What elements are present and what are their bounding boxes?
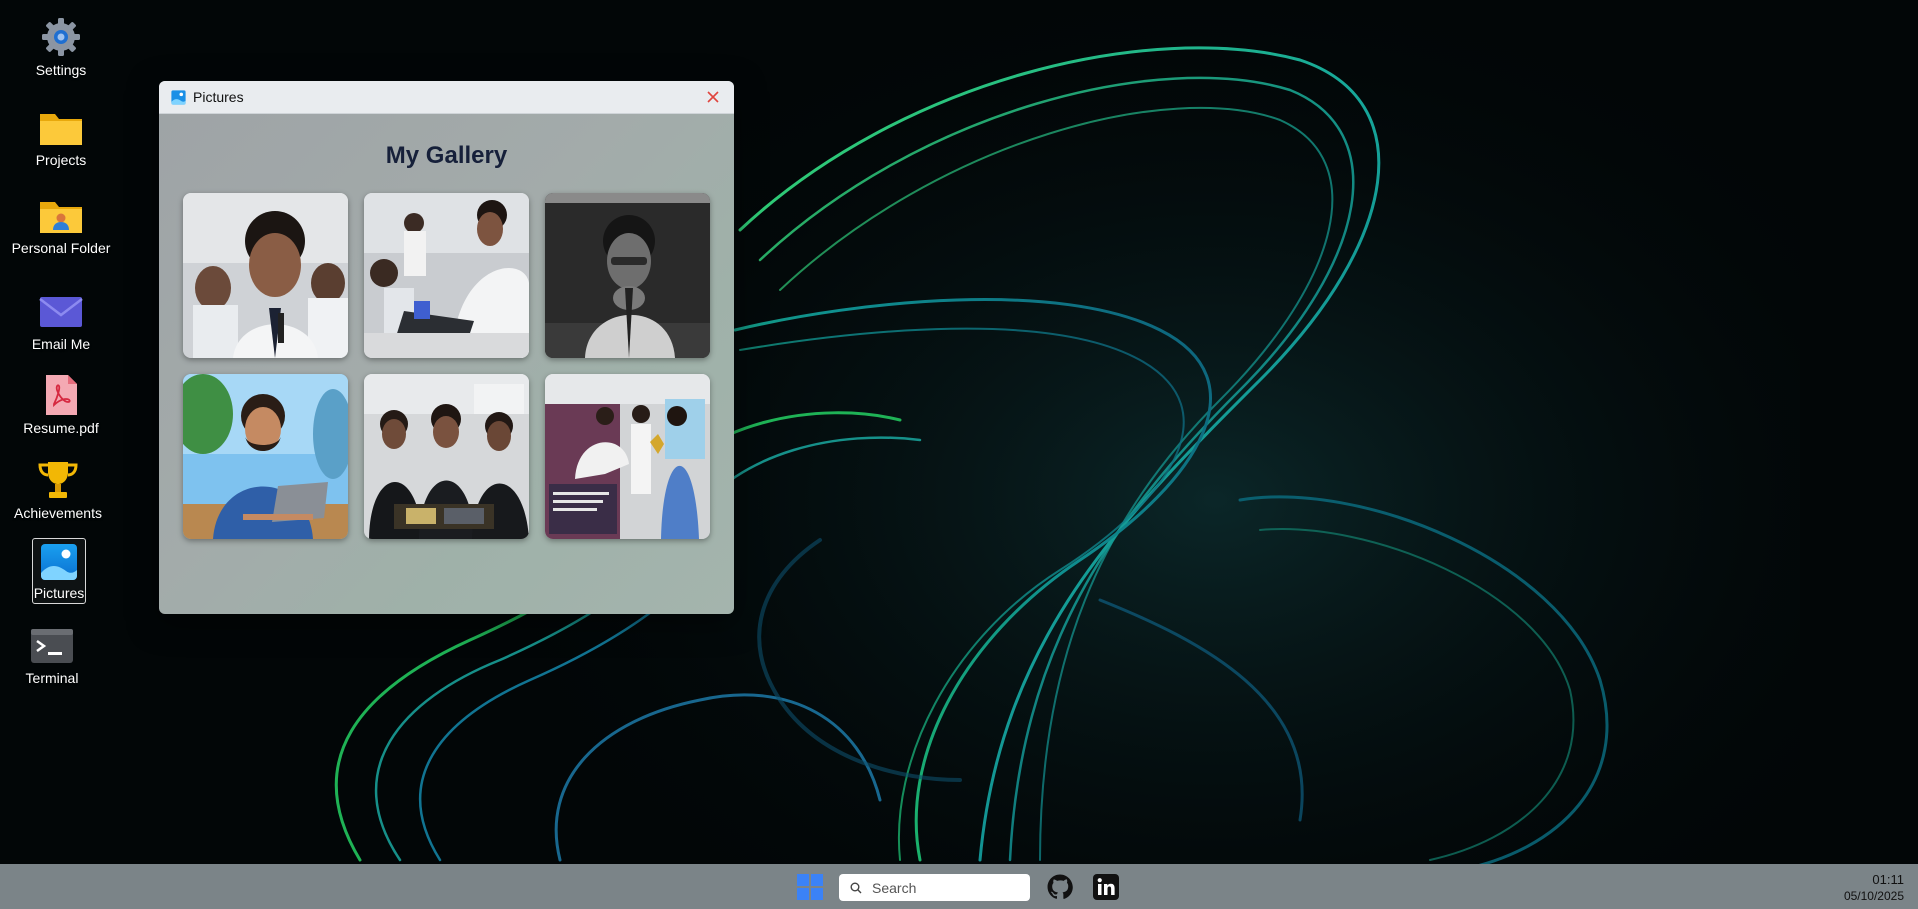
photo-image <box>545 374 710 539</box>
desktop-icon-label: Terminal <box>25 670 79 686</box>
gallery-grid <box>183 193 710 539</box>
photo-image <box>364 193 529 358</box>
desktop-icon-label: Pictures <box>33 585 85 601</box>
desktop-icon-personal-folder[interactable]: Personal Folder <box>7 196 115 256</box>
taskbar: 01:11 05/10/2025 <box>0 864 1918 909</box>
desktop-icon-label: Achievements <box>14 505 102 521</box>
clock-time: 01:11 <box>1872 872 1904 887</box>
search-icon <box>850 882 862 893</box>
user-folder-icon <box>40 202 82 233</box>
terminal-icon <box>31 629 73 663</box>
photo-image <box>364 374 529 539</box>
start-button[interactable] <box>797 874 823 900</box>
pictures-icon <box>41 544 77 580</box>
close-button[interactable] <box>702 86 724 108</box>
desktop-icon-projects[interactable]: Projects <box>7 108 115 168</box>
desktop-icon-label: Settings <box>35 62 87 78</box>
desktop-icon-label: Personal Folder <box>11 240 111 256</box>
folder-icon <box>40 114 82 145</box>
photo-image <box>545 193 710 358</box>
desktop-icon-label: Resume.pdf <box>23 420 99 436</box>
desktop-icon-label: Email Me <box>31 336 91 352</box>
envelope-icon <box>39 297 83 327</box>
desktop-icon-label: Projects <box>35 152 87 168</box>
pictures-window[interactable]: Pictures My Gallery <box>159 81 734 614</box>
desktop-icon-achievements[interactable]: Achievements <box>4 459 112 521</box>
linkedin-button[interactable] <box>1093 874 1119 900</box>
gallery-photo-3[interactable] <box>545 193 710 358</box>
photo-image <box>183 193 348 358</box>
desktop-icon-terminal[interactable]: Terminal <box>0 628 106 686</box>
gallery-photo-2[interactable] <box>364 193 529 358</box>
linkedin-icon <box>1093 874 1119 900</box>
desktop-icon-pictures[interactable]: Pictures <box>32 538 86 604</box>
gear-icon <box>42 18 80 56</box>
github-button[interactable] <box>1047 874 1073 900</box>
clock-date: 05/10/2025 <box>1843 889 1904 903</box>
desktop-icon-email-me[interactable]: Email Me <box>7 292 115 352</box>
gallery-photo-4[interactable] <box>183 374 348 539</box>
photo-image <box>183 374 348 539</box>
github-icon <box>1047 874 1073 899</box>
pictures-icon <box>171 89 186 105</box>
gallery-photo-5[interactable] <box>364 374 529 539</box>
taskbar-search[interactable] <box>839 874 1030 901</box>
gallery-heading: My Gallery <box>385 142 508 169</box>
taskbar-clock[interactable]: 01:11 05/10/2025 <box>1844 872 1904 904</box>
windows-start-icon <box>797 874 823 900</box>
window-title: Pictures <box>193 89 244 105</box>
search-input[interactable] <box>870 878 1024 897</box>
gallery-photo-6[interactable] <box>545 374 710 539</box>
desktop-icon-resume[interactable]: Resume.pdf <box>7 374 115 436</box>
window-titlebar[interactable]: Pictures <box>159 81 734 114</box>
pdf-icon <box>46 375 77 415</box>
trophy-icon <box>38 462 78 498</box>
desktop-icon-settings[interactable]: Settings <box>7 16 115 78</box>
close-icon <box>707 91 719 103</box>
gallery-photo-1[interactable] <box>183 193 348 358</box>
